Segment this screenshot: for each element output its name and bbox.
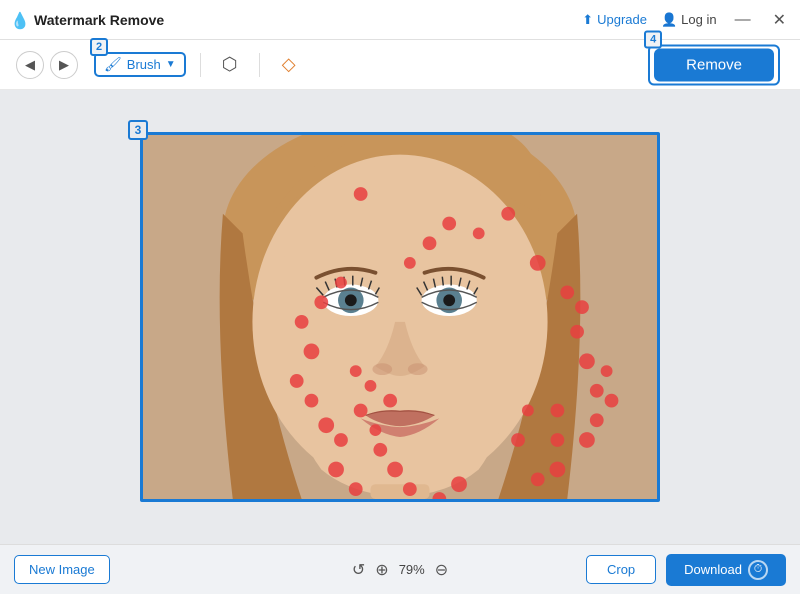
login-label: Log in xyxy=(681,12,716,27)
brush-tool-group: 🖌 Brush ▼ xyxy=(94,52,186,77)
new-image-button[interactable]: New Image xyxy=(14,555,110,584)
upgrade-label: Upgrade xyxy=(597,12,647,27)
login-button[interactable]: 👤 Log in xyxy=(661,12,717,28)
tool-separator-2 xyxy=(259,53,260,77)
title-left: 💧 Watermark Remove xyxy=(10,11,164,29)
app-title: Watermark Remove xyxy=(34,12,164,28)
step3-badge: 3 xyxy=(128,120,148,140)
bottom-bar: New Image ↺ ⊕ 79% ⊖ Crop Download ⏱ xyxy=(0,544,800,594)
rotate-button[interactable]: ↺ xyxy=(352,560,365,580)
toolbar: ◀ ▶ 2 🖌 Brush ▼ ⬡ ◇ 4 Remove xyxy=(0,40,800,90)
download-button[interactable]: Download ⏱ xyxy=(666,554,786,586)
bottom-center: ↺ ⊕ 79% ⊖ xyxy=(352,560,448,580)
step4-badge: 4 xyxy=(644,30,662,48)
crop-button[interactable]: Crop xyxy=(586,555,656,584)
download-icon: ⏱ xyxy=(748,560,768,580)
nav-group: ◀ ▶ xyxy=(16,51,78,79)
lasso-button[interactable]: ⬡ xyxy=(215,50,245,80)
erase-icon: ◇ xyxy=(282,54,296,75)
zoom-value: 79% xyxy=(399,562,425,577)
title-right: ⬆ Upgrade 👤 Log in — ✕ xyxy=(582,10,790,30)
download-label: Download xyxy=(684,562,742,577)
upgrade-icon: ⬆ xyxy=(582,12,593,28)
main-area: 3 xyxy=(0,90,800,544)
brush-button[interactable]: 🖌 Brush ▼ xyxy=(104,56,176,73)
face-image-container[interactable] xyxy=(140,132,660,502)
lasso-icon: ⬡ xyxy=(222,54,238,75)
user-icon: 👤 xyxy=(661,12,677,28)
bottom-left: New Image xyxy=(14,555,110,584)
undo-button[interactable]: ◀ xyxy=(16,51,44,79)
face-image xyxy=(143,135,657,499)
remove-button[interactable]: Remove xyxy=(654,48,774,81)
bottom-right: Crop Download ⏱ xyxy=(586,554,786,586)
zoom-in-button[interactable]: ⊕ xyxy=(375,560,388,580)
app-icon: 💧 xyxy=(10,11,28,29)
step2-badge: 2 xyxy=(90,38,108,56)
tool-separator-1 xyxy=(200,53,201,77)
canvas-wrap: 3 xyxy=(140,132,660,502)
brush-dropdown-icon: ▼ xyxy=(166,59,176,70)
zoom-out-button[interactable]: ⊖ xyxy=(435,560,448,580)
brush-label: Brush xyxy=(127,57,161,72)
redo-icon: ▶ xyxy=(59,57,69,73)
upgrade-button[interactable]: ⬆ Upgrade xyxy=(582,12,647,28)
erase-button[interactable]: ◇ xyxy=(274,50,304,80)
redo-button[interactable]: ▶ xyxy=(50,51,78,79)
title-bar: 💧 Watermark Remove ⬆ Upgrade 👤 Log in — … xyxy=(0,0,800,40)
brush-icon: 🖌 xyxy=(104,56,122,73)
minimize-button[interactable]: — xyxy=(731,11,755,29)
close-button[interactable]: ✕ xyxy=(769,10,790,30)
undo-icon: ◀ xyxy=(25,57,35,73)
